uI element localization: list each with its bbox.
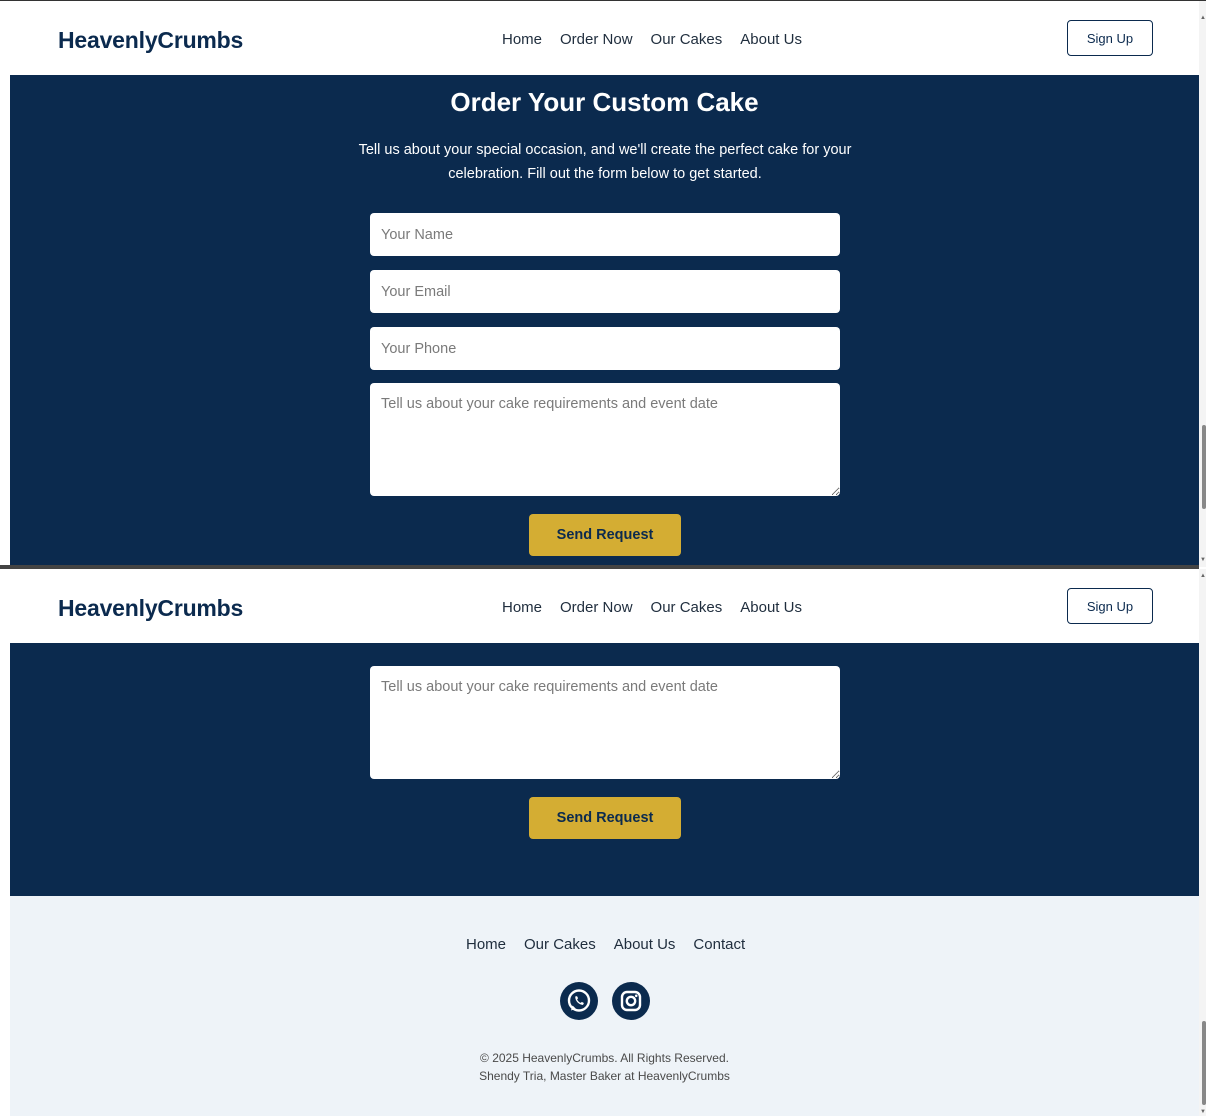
navbar-scrolled: HeavenlyCrumbs Home Order Now Our Cakes … [10, 569, 1199, 643]
scrollbar-thumb[interactable] [1202, 1021, 1206, 1105]
footer-link-about-us[interactable]: About Us [614, 936, 676, 953]
nav-order-now[interactable]: Order Now [560, 31, 633, 48]
order-section: Order Your Custom Cake Tell us about you… [10, 74, 1199, 566]
credit-text: Shendy Tria, Master Baker at HeavenlyCru… [479, 1069, 730, 1083]
nav-home[interactable]: Home [502, 31, 542, 48]
footer-links: Home Our Cakes About Us Contact [466, 936, 745, 953]
brand-logo[interactable]: HeavenlyCrumbs [58, 27, 243, 54]
nav-home[interactable]: Home [502, 599, 542, 616]
signup-button[interactable]: Sign Up [1067, 588, 1153, 624]
nav-about-us[interactable]: About Us [740, 31, 802, 48]
nav-about-us[interactable]: About Us [740, 599, 802, 616]
nav-our-cakes[interactable]: Our Cakes [651, 599, 723, 616]
requirements-textarea-scrolled[interactable] [370, 666, 840, 779]
viewport-bottom: Send Request HeavenlyCrumbs Home Order N… [0, 569, 1206, 1116]
phone-input[interactable] [370, 327, 840, 370]
scrollbar-thumb[interactable] [1202, 425, 1206, 509]
order-section-scrolled: Send Request [10, 615, 1199, 896]
scroll-down-arrow-icon[interactable]: ▼ [1200, 557, 1206, 563]
footer-copyright: © 2025 HeavenlyCrumbs. All Rights Reserv… [10, 1049, 1199, 1085]
send-request-button-scrolled[interactable]: Send Request [529, 797, 681, 839]
email-input[interactable] [370, 270, 840, 313]
name-input[interactable] [370, 213, 840, 256]
viewport-top: Order Your Custom Cake Tell us about you… [0, 0, 1206, 567]
signup-button[interactable]: Sign Up [1067, 20, 1153, 56]
scroll-up-arrow-icon[interactable]: ▲ [1200, 15, 1206, 21]
brand-logo[interactable]: HeavenlyCrumbs [58, 595, 243, 622]
footer-link-our-cakes[interactable]: Our Cakes [524, 936, 596, 953]
footer-link-home[interactable]: Home [466, 936, 506, 953]
order-title: Order Your Custom Cake [450, 87, 759, 117]
nav-order-now[interactable]: Order Now [560, 599, 633, 616]
send-request-button[interactable]: Send Request [529, 514, 681, 556]
whatsapp-icon[interactable] [560, 982, 598, 1020]
scroll-up-arrow-icon[interactable]: ▲ [1200, 573, 1206, 579]
nav-links: Home Order Now Our Cakes About Us [502, 31, 802, 48]
instagram-icon[interactable] [612, 982, 650, 1020]
requirements-textarea[interactable] [370, 383, 840, 496]
nav-links: Home Order Now Our Cakes About Us [502, 599, 802, 616]
scroll-down-arrow-icon[interactable]: ▼ [1200, 1109, 1206, 1115]
footer-link-contact[interactable]: Contact [693, 936, 745, 953]
footer: Home Our Cakes About Us Contact © 2025 H… [10, 896, 1199, 1116]
navbar: HeavenlyCrumbs Home Order Now Our Cakes … [10, 1, 1199, 75]
order-description: Tell us about your special occasion, and… [358, 142, 852, 182]
copyright-text: © 2025 HeavenlyCrumbs. All Rights Reserv… [480, 1051, 729, 1065]
nav-our-cakes[interactable]: Our Cakes [651, 31, 723, 48]
